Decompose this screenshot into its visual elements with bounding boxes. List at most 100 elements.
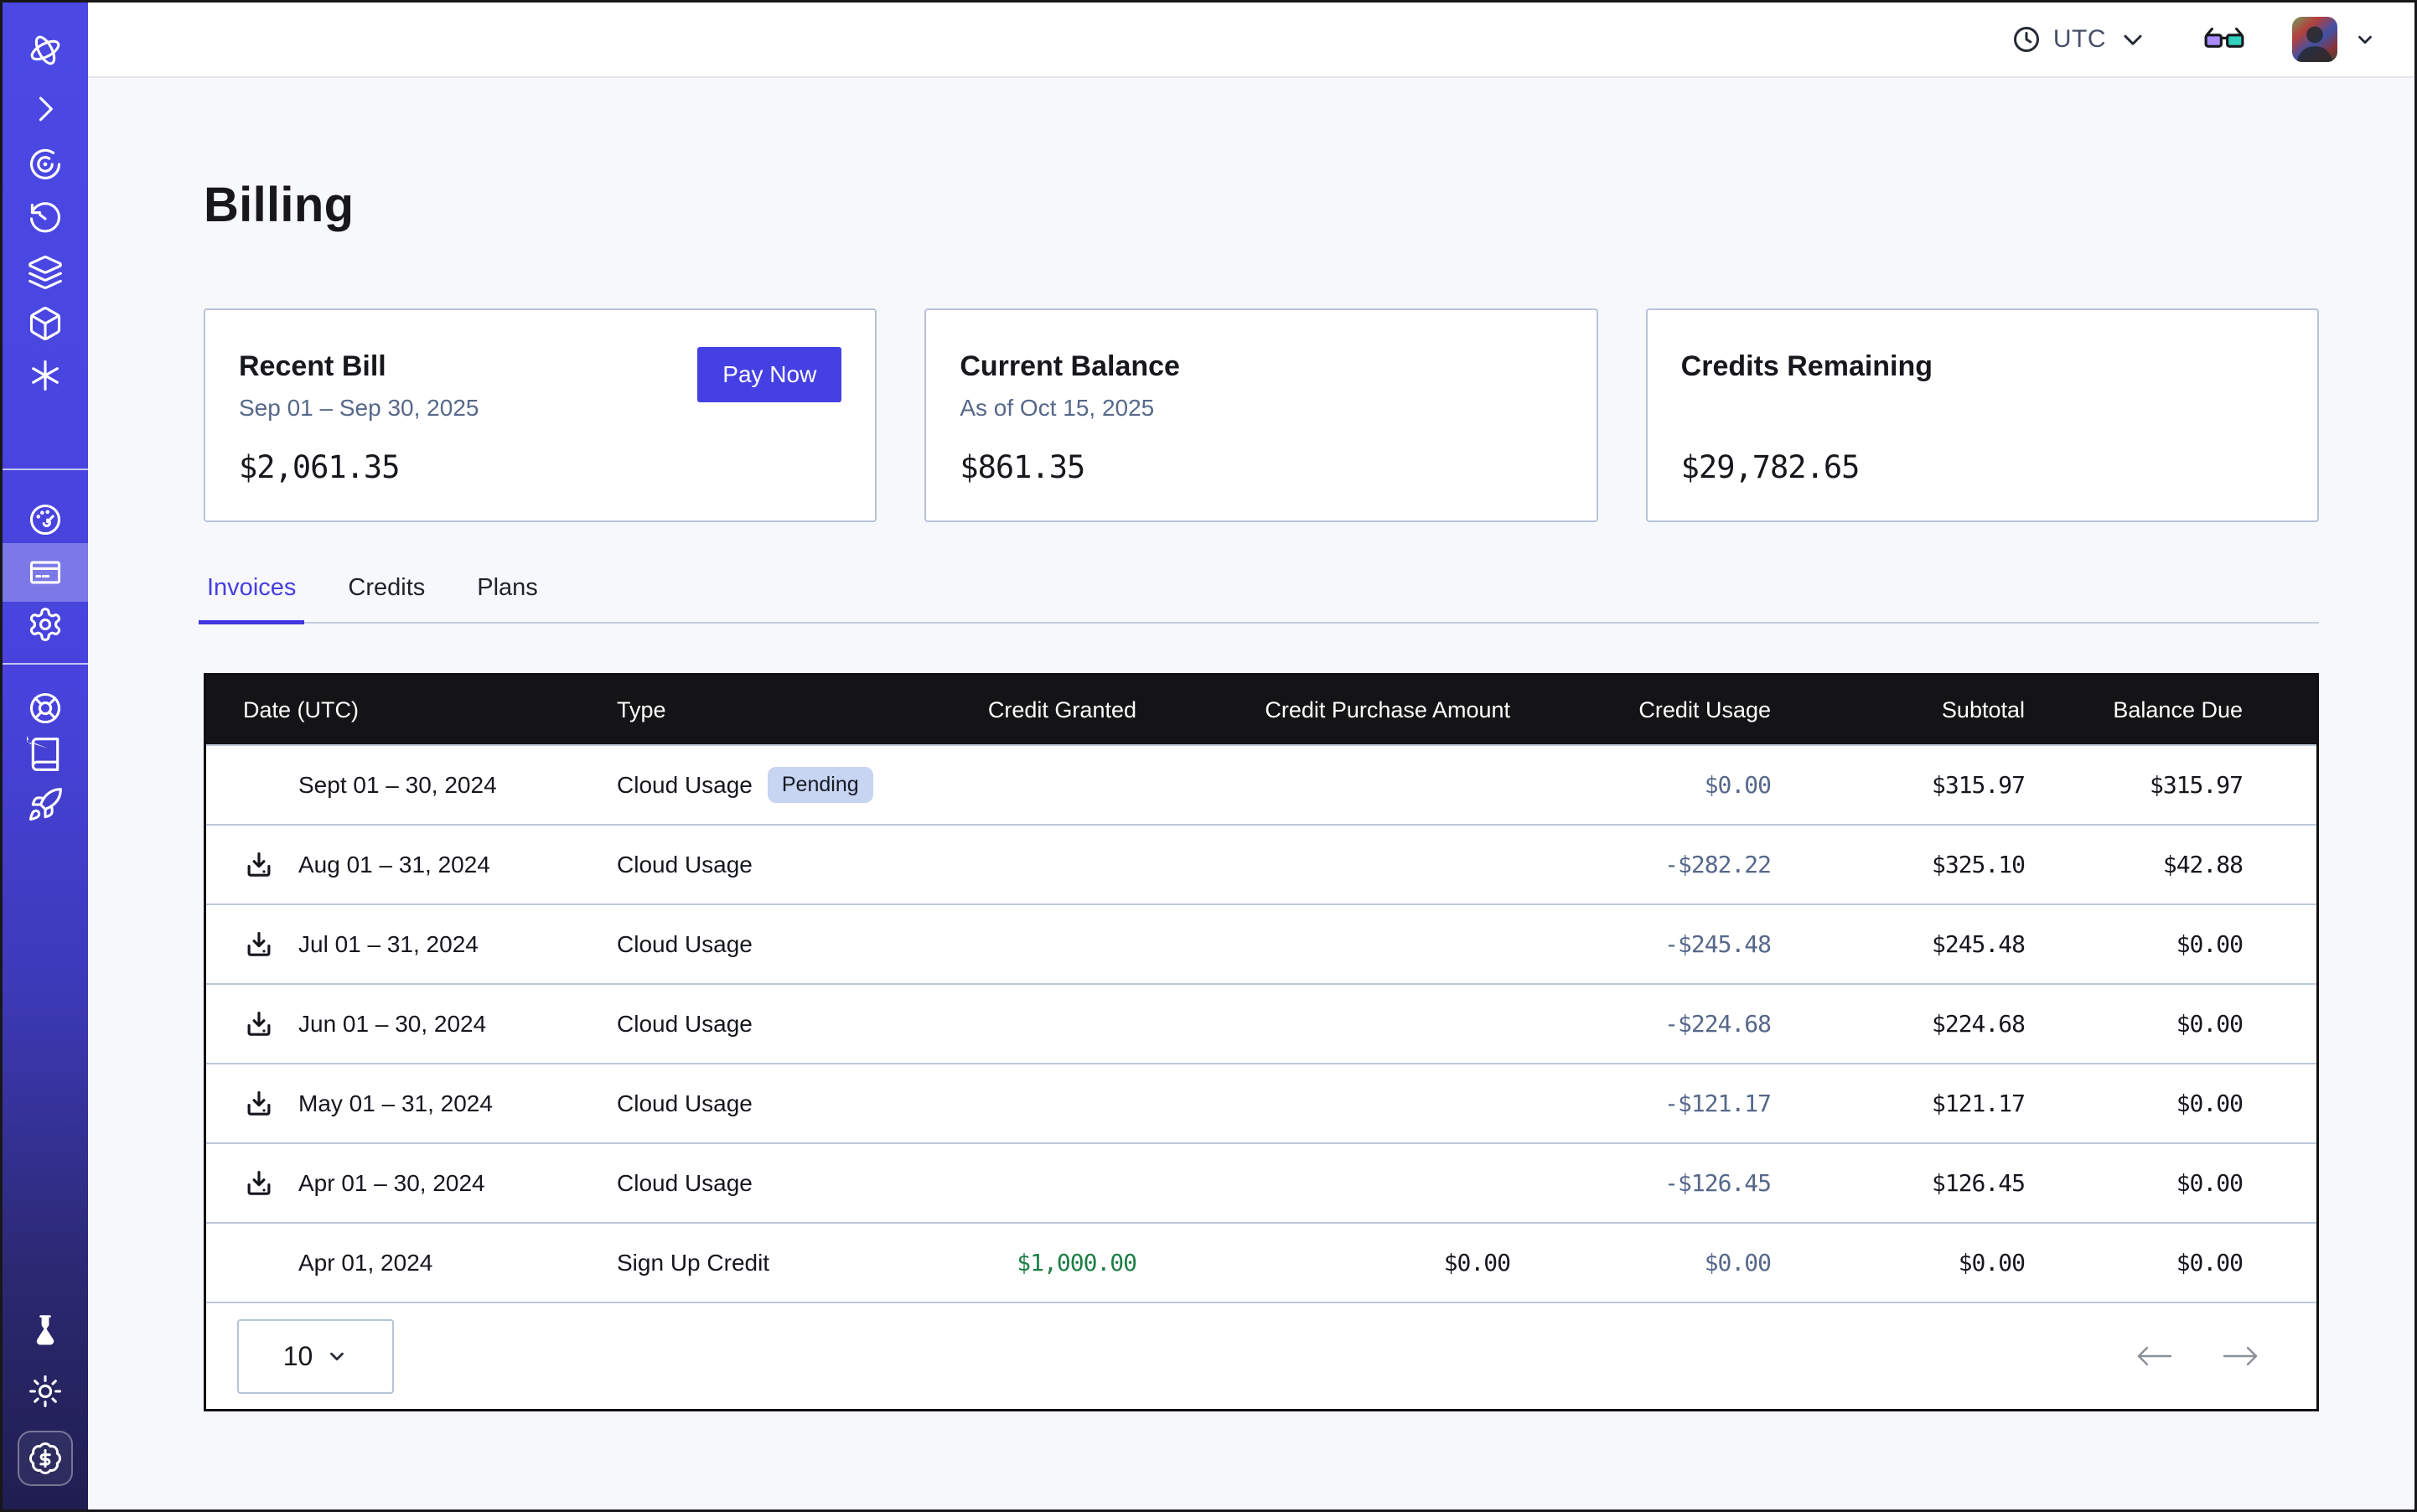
credit-usage: -$121.17: [1510, 1090, 1771, 1117]
billing-card-icon[interactable]: [25, 552, 65, 593]
flask-icon[interactable]: [25, 1311, 65, 1351]
pagination-arrows: [2134, 1344, 2261, 1369]
invoice-date: Jul 01 – 31, 2024: [298, 931, 479, 958]
recent-bill-card: Recent Bill Sep 01 – Sep 30, 2025 $2,061…: [204, 308, 877, 522]
column-header: Subtotal: [1771, 697, 2025, 723]
credit-purchase-amount: $0.00: [1136, 1249, 1510, 1276]
layers-icon[interactable]: [25, 252, 65, 293]
timezone-label: UTC: [2053, 25, 2106, 54]
user-avatar: [2292, 17, 2337, 62]
invoice-type: Cloud Usage: [617, 1170, 753, 1197]
balance-due: $0.00: [2025, 930, 2243, 958]
dollar-badge-icon[interactable]: [18, 1431, 73, 1486]
subtotal: $0.00: [1771, 1249, 2025, 1276]
tab-plans[interactable]: Plans: [474, 574, 541, 622]
sidebar-divider: [3, 469, 88, 470]
orbit-logo[interactable]: [25, 30, 65, 70]
card-title: Current Balance: [960, 350, 1562, 383]
download-invoice-icon[interactable]: [243, 1168, 298, 1199]
column-header: Balance Due: [2025, 697, 2243, 723]
card-subtitle: As of Oct 15, 2025: [960, 395, 1562, 422]
table-header-row: Date (UTC) Type Credit Granted Credit Pu…: [206, 676, 2316, 744]
invoice-type: Cloud Usage: [617, 1011, 753, 1038]
history-timer-icon[interactable]: [25, 199, 65, 239]
gear-icon[interactable]: [25, 604, 65, 645]
credit-usage: -$245.48: [1510, 930, 1771, 958]
chevron-down-icon: [2354, 28, 2376, 50]
invoice-date: May 01 – 31, 2024: [298, 1090, 493, 1117]
credit-usage: -$126.45: [1510, 1169, 1771, 1197]
tab-invoices[interactable]: Invoices: [204, 574, 299, 622]
subtotal: $245.48: [1771, 930, 2025, 958]
table-row: Aug 01 – 31, 2024 Cloud Usage -$282.22 $…: [206, 824, 2316, 904]
table-row: Apr 01 – 30, 2024 Cloud Usage -$126.45 $…: [206, 1142, 2316, 1222]
subtotal: $121.17: [1771, 1090, 2025, 1117]
top-bar: UTC: [88, 3, 2414, 78]
chevron-down-icon: [2118, 24, 2148, 54]
ship-wheel-icon[interactable]: [25, 688, 65, 728]
column-header: Credit Granted: [935, 697, 1136, 723]
recent-bill-amount: $2,061.35: [239, 449, 399, 485]
subtotal: $315.97: [1771, 771, 2025, 799]
subtotal: $325.10: [1771, 851, 2025, 878]
invoice-type: Cloud Usage: [617, 772, 753, 799]
sun-icon[interactable]: [25, 1371, 65, 1411]
invoice-type: Cloud Usage: [617, 931, 753, 958]
docs-book-icon[interactable]: [25, 734, 65, 774]
3d-glasses-button[interactable]: [2203, 25, 2245, 54]
previous-page-arrow-icon[interactable]: [2134, 1344, 2174, 1369]
tab-credits[interactable]: Credits: [344, 574, 428, 622]
sidebar-expand-chevron-right-icon[interactable]: [25, 89, 65, 129]
balance-due: $0.00: [2025, 1010, 2243, 1038]
spiral-eye-icon[interactable]: [25, 144, 65, 184]
invoice-type: Sign Up Credit: [617, 1250, 769, 1276]
billing-tabs: Invoices Credits Plans: [204, 574, 2319, 624]
3d-glasses-icon: [2203, 25, 2245, 54]
chevron-down-icon: [326, 1345, 348, 1367]
asterisk-icon[interactable]: [25, 355, 65, 396]
sidebar-divider: [3, 663, 88, 665]
status-badge: Pending: [768, 767, 873, 803]
balance-due: $42.88: [2025, 851, 2243, 878]
gauge-icon[interactable]: [25, 500, 65, 540]
table-row: Jun 01 – 30, 2024 Cloud Usage -$224.68 $…: [206, 983, 2316, 1063]
download-invoice-icon[interactable]: [243, 849, 298, 881]
download-invoice-icon[interactable]: [243, 1088, 298, 1120]
table-footer: 10: [206, 1302, 2316, 1409]
credit-usage: -$224.68: [1510, 1010, 1771, 1038]
rocket-icon[interactable]: [25, 784, 65, 825]
credit-usage: -$282.22: [1510, 851, 1771, 878]
table-row: May 01 – 31, 2024 Cloud Usage -$121.17 $…: [206, 1063, 2316, 1142]
cube-icon[interactable]: [25, 303, 65, 344]
balance-due: $0.00: [2025, 1090, 2243, 1117]
clock-icon: [2011, 24, 2042, 54]
credit-granted: $1,000.00: [935, 1249, 1136, 1276]
credits-remaining-amount: $29,782.65: [1681, 449, 1860, 485]
column-header: Credit Usage: [1510, 697, 1771, 723]
balance-due: $0.00: [2025, 1249, 2243, 1276]
table-row: Apr 01, 2024 Sign Up Credit $1,000.00 $0…: [206, 1222, 2316, 1302]
invoice-type: Cloud Usage: [617, 852, 753, 878]
user-menu[interactable]: [2292, 17, 2376, 62]
credit-usage: $0.00: [1510, 1249, 1771, 1276]
invoices-table: Date (UTC) Type Credit Granted Credit Pu…: [204, 673, 2319, 1411]
balance-due: $0.00: [2025, 1169, 2243, 1197]
card-title: Credits Remaining: [1681, 350, 2284, 383]
summary-cards: Recent Bill Sep 01 – Sep 30, 2025 $2,061…: [204, 308, 2319, 522]
invoice-date: Aug 01 – 31, 2024: [298, 852, 490, 878]
download-invoice-icon[interactable]: [243, 1008, 298, 1040]
invoice-type: Cloud Usage: [617, 1090, 753, 1117]
table-row: Jul 01 – 31, 2024 Cloud Usage -$245.48 $…: [206, 904, 2316, 983]
invoice-date: Apr 01, 2024: [298, 1250, 432, 1276]
page-title: Billing: [204, 177, 2319, 233]
credits-remaining-card: Credits Remaining $29,782.65: [1646, 308, 2319, 522]
invoice-date: Apr 01 – 30, 2024: [298, 1170, 485, 1197]
download-invoice-icon[interactable]: [243, 929, 298, 961]
current-balance-card: Current Balance As of Oct 15, 2025 $861.…: [924, 308, 1597, 522]
timezone-selector[interactable]: UTC: [2011, 24, 2148, 54]
page-size-select[interactable]: 10: [237, 1319, 394, 1394]
main-content: Billing Recent Bill Sep 01 – Sep 30, 202…: [88, 80, 2414, 1509]
next-page-arrow-icon[interactable]: [2221, 1344, 2261, 1369]
column-header: Credit Purchase Amount: [1136, 697, 1510, 723]
pay-now-button[interactable]: Pay Now: [697, 347, 841, 402]
